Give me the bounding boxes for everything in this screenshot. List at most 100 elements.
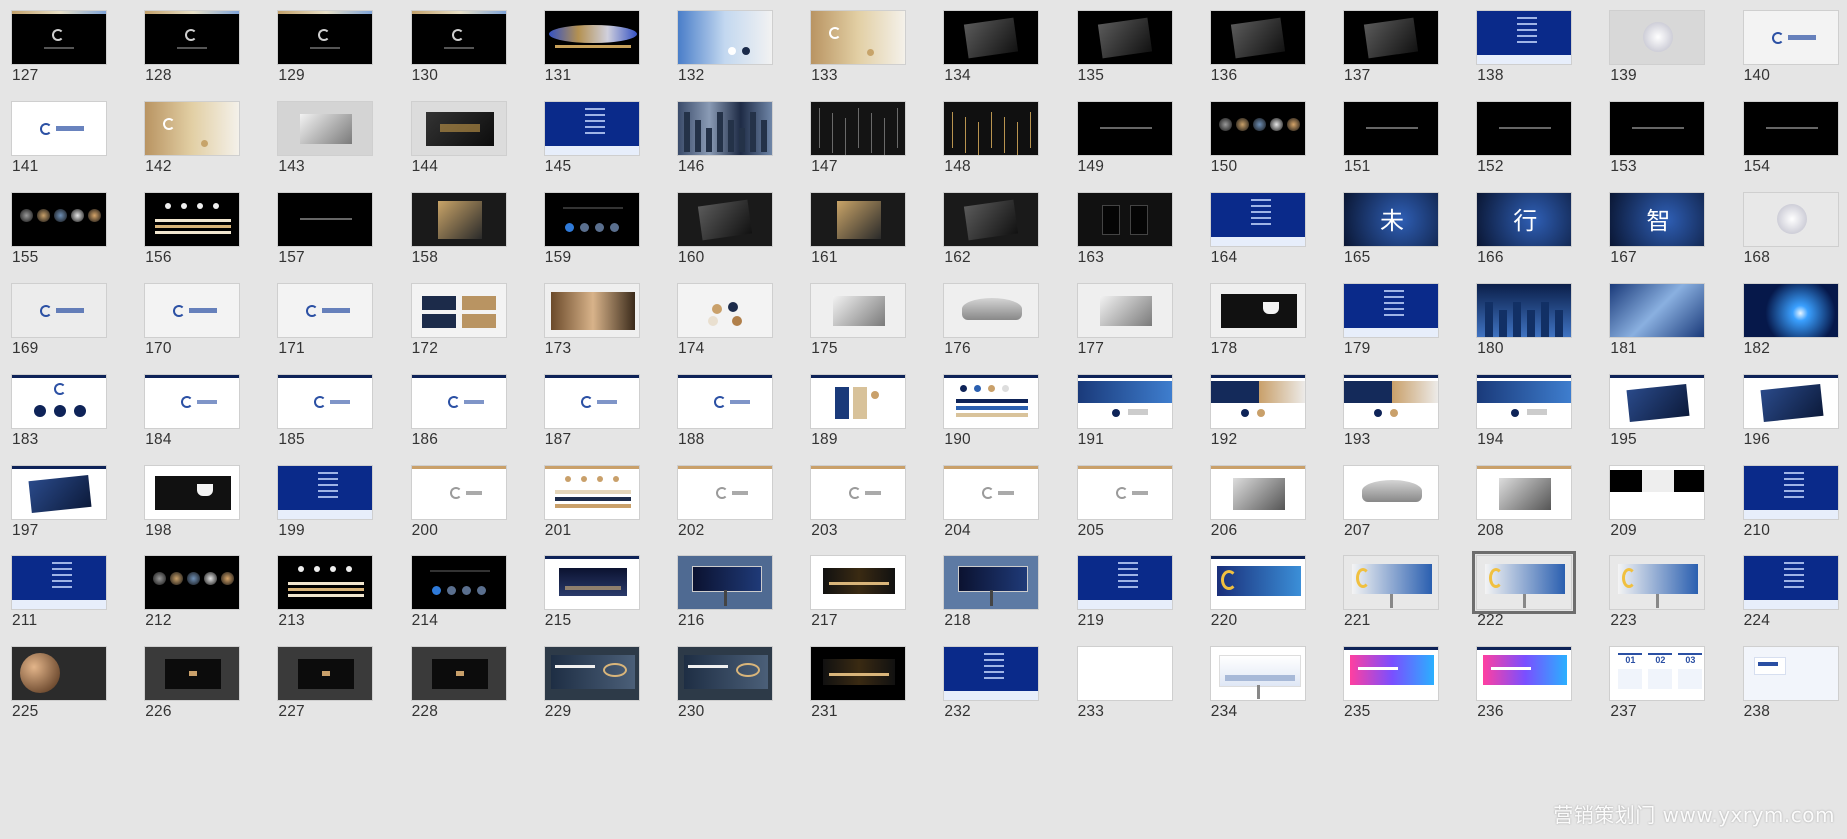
slide-thumbnail-171[interactable]: 171: [277, 282, 407, 385]
slide-preview[interactable]: [1076, 282, 1173, 338]
slide-preview[interactable]: [1209, 646, 1306, 702]
slide-preview[interactable]: [1209, 373, 1306, 429]
slide-thumbnail-157[interactable]: 157: [277, 191, 407, 294]
slide-thumbnail-193[interactable]: 193: [1343, 373, 1473, 476]
slide-preview[interactable]: [11, 555, 107, 611]
slide-preview[interactable]: [277, 646, 374, 702]
slide-preview[interactable]: [1209, 464, 1306, 520]
slide-preview[interactable]: [677, 191, 773, 247]
slide-preview[interactable]: [1343, 555, 1439, 611]
slide-thumbnail-198[interactable]: 198: [144, 464, 274, 567]
slide-preview[interactable]: [1076, 555, 1173, 611]
slide-preview[interactable]: 未: [1343, 191, 1439, 247]
slide-thumbnail-232[interactable]: 232: [943, 646, 1073, 748]
slide-preview[interactable]: [1476, 464, 1573, 520]
slide-thumbnail-181[interactable]: 181: [1609, 282, 1739, 385]
slide-preview[interactable]: [543, 10, 640, 65]
slide-thumbnail-217[interactable]: 217: [810, 555, 940, 657]
slide-preview[interactable]: [543, 100, 640, 156]
slide-preview[interactable]: [144, 646, 241, 702]
slide-preview[interactable]: [943, 100, 1040, 156]
slide-preview[interactable]: [543, 373, 640, 429]
slide-preview[interactable]: [677, 646, 773, 702]
slide-thumbnail-186[interactable]: 186: [410, 373, 541, 476]
slide-preview[interactable]: [1209, 100, 1306, 156]
slide-thumbnail-135[interactable]: 135: [1076, 10, 1207, 112]
slide-preview[interactable]: [1076, 100, 1173, 156]
slide-preview[interactable]: [410, 555, 507, 611]
slide-thumbnail-174[interactable]: 174: [677, 282, 807, 385]
slide-preview[interactable]: [1343, 464, 1439, 520]
slide-thumbnail-146[interactable]: 146: [677, 100, 807, 203]
slide-preview[interactable]: [144, 555, 241, 611]
slide-thumbnail-175[interactable]: 175: [810, 282, 940, 385]
slide-thumbnail-197[interactable]: 197: [11, 464, 141, 567]
slide-preview[interactable]: [144, 282, 241, 338]
slide-thumbnail-147[interactable]: 147: [810, 100, 940, 203]
slide-preview[interactable]: [677, 373, 773, 429]
slide-preview[interactable]: [810, 464, 907, 520]
slide-thumbnail-189[interactable]: 189: [810, 373, 940, 476]
slide-preview[interactable]: [943, 555, 1040, 611]
slide-preview[interactable]: 行: [1476, 191, 1573, 247]
slide-preview[interactable]: [943, 191, 1040, 247]
slide-thumbnail-188[interactable]: 188: [677, 373, 807, 476]
slide-preview[interactable]: [1076, 373, 1173, 429]
slide-thumbnail-192[interactable]: 192: [1209, 373, 1340, 476]
slide-preview[interactable]: [1209, 282, 1306, 338]
slide-thumbnail-236[interactable]: 236: [1476, 646, 1606, 748]
slide-thumbnail-209[interactable]: 209: [1609, 464, 1739, 567]
slide-preview[interactable]: [277, 373, 374, 429]
slide-preview[interactable]: [1742, 373, 1839, 429]
slide-thumbnail-212[interactable]: 212: [144, 555, 274, 657]
slide-thumbnail-163[interactable]: 163: [1076, 191, 1207, 294]
slide-thumbnail-156[interactable]: 156: [144, 191, 274, 294]
slide-thumbnail-149[interactable]: 149: [1076, 100, 1207, 203]
slide-preview[interactable]: [677, 555, 773, 611]
slide-thumbnail-153[interactable]: 153: [1609, 100, 1739, 203]
slide-thumbnail-190[interactable]: 190: [943, 373, 1073, 476]
slide-preview[interactable]: [943, 282, 1040, 338]
slide-preview[interactable]: [1343, 10, 1439, 65]
slide-preview[interactable]: [1343, 373, 1439, 429]
slide-preview[interactable]: [1476, 282, 1573, 338]
slide-preview[interactable]: [943, 373, 1040, 429]
slide-preview[interactable]: [11, 646, 107, 702]
slide-thumbnail-151[interactable]: 151: [1343, 100, 1473, 203]
slide-preview[interactable]: [1476, 10, 1573, 65]
slide-thumbnail-196[interactable]: 196: [1742, 373, 1847, 476]
slide-thumbnail-182[interactable]: 182: [1742, 282, 1847, 385]
slide-preview[interactable]: [1076, 191, 1173, 247]
slide-preview[interactable]: [1609, 555, 1706, 611]
slide-thumbnail-132[interactable]: 132: [677, 10, 807, 112]
slide-thumbnail-228[interactable]: 228: [410, 646, 541, 748]
slide-preview[interactable]: [810, 100, 907, 156]
slide-thumbnail-234[interactable]: 234: [1209, 646, 1340, 748]
slide-thumbnail-170[interactable]: 170: [144, 282, 274, 385]
slide-thumbnail-231[interactable]: 231: [810, 646, 940, 748]
slide-preview[interactable]: 智: [1609, 191, 1706, 247]
slide-thumbnail-213[interactable]: 213: [277, 555, 407, 657]
slide-preview[interactable]: [1742, 100, 1839, 156]
slide-thumbnail-207[interactable]: 207: [1343, 464, 1473, 567]
slide-preview[interactable]: [543, 282, 640, 338]
slide-preview[interactable]: [677, 100, 773, 156]
slide-thumbnail-202[interactable]: 202: [677, 464, 807, 567]
slide-thumbnail-225[interactable]: 225: [11, 646, 141, 748]
slide-preview[interactable]: [1209, 10, 1306, 65]
slide-preview[interactable]: [677, 282, 773, 338]
slide-preview[interactable]: [1472, 551, 1577, 615]
slide-thumbnail-150[interactable]: 150: [1209, 100, 1340, 203]
slide-preview[interactable]: [277, 555, 374, 611]
slide-thumbnail-138[interactable]: 138: [1476, 10, 1606, 112]
slide-thumbnail-215[interactable]: 215: [543, 555, 674, 657]
slide-preview[interactable]: [11, 373, 107, 429]
slide-thumbnail-144[interactable]: 144: [410, 100, 541, 203]
slide-preview[interactable]: [11, 100, 107, 156]
slide-preview[interactable]: [277, 100, 374, 156]
slide-preview[interactable]: [277, 10, 374, 65]
slide-preview[interactable]: 01 02 03: [1609, 646, 1706, 702]
slide-thumbnail-176[interactable]: 176: [943, 282, 1073, 385]
slide-thumbnail-139[interactable]: 139: [1609, 10, 1739, 112]
slide-thumbnail-191[interactable]: 191: [1076, 373, 1207, 476]
